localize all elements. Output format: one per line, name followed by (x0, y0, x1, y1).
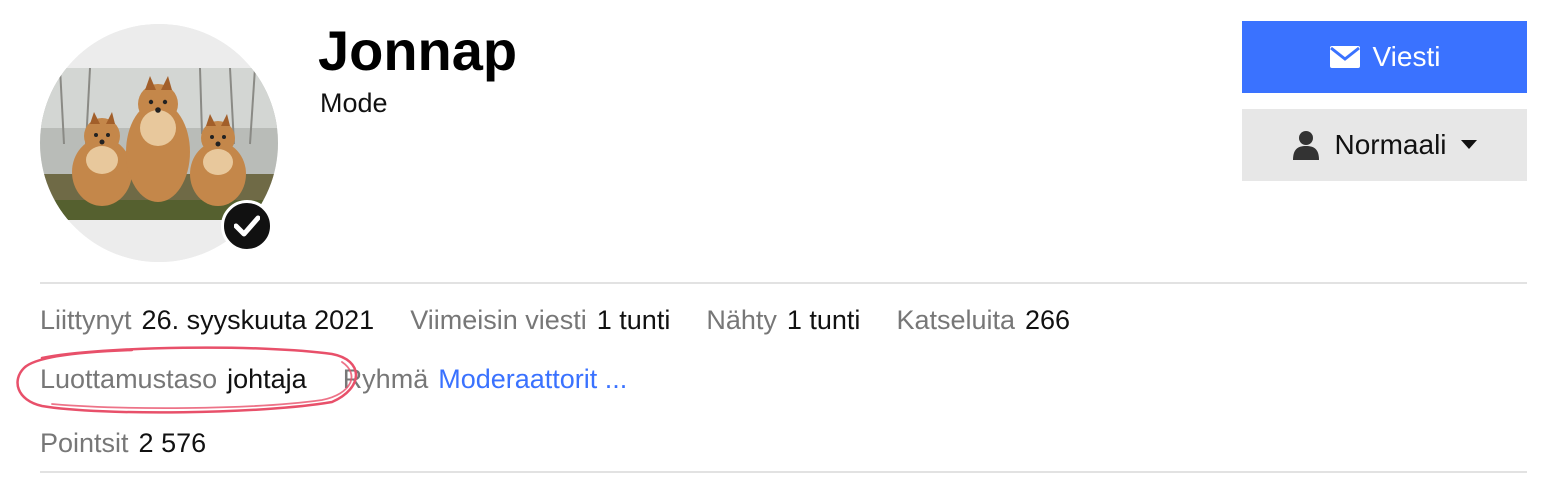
stats-row-3: Pointsit 2 576 (40, 428, 242, 459)
joined-label: Liittynyt (40, 305, 132, 335)
user-icon (1293, 131, 1320, 160)
profile-title: Mode (320, 88, 388, 118)
divider-top (40, 282, 1527, 284)
notification-level-label: Normaali (1334, 129, 1447, 160)
points-label: Pointsit (40, 428, 129, 458)
profile-username: Jonnap (318, 19, 518, 82)
envelope-icon (1329, 46, 1360, 68)
divider-bottom (40, 471, 1527, 473)
group-link[interactable]: Moderaattorit ... (438, 364, 627, 395)
seen-label: Nähty (706, 305, 777, 335)
group-label: Ryhmä (342, 364, 429, 394)
stats-row-2: Luottamustaso johtaja Ryhmä Moderaattori… (40, 364, 627, 395)
last-post-value[interactable]: 1 tunti (597, 305, 671, 336)
trust-level-label: Luottamustaso (40, 364, 218, 394)
verified-check-icon (221, 200, 273, 252)
notification-level-dropdown[interactable]: Normaali (1242, 109, 1527, 181)
views-value: 266 (1025, 305, 1071, 335)
message-button[interactable]: Viesti (1242, 21, 1527, 93)
joined-value: 26. syyskuuta 2021 (141, 305, 375, 335)
trust-level-value: johtaja (227, 364, 307, 394)
views-label: Katseluita (896, 305, 1016, 335)
points-value: 2 576 (138, 428, 207, 458)
last-post-label: Viimeisin viesti (410, 305, 587, 335)
stats-row-1: Liittynyt 26. syyskuuta 2021 Viimeisin v… (40, 305, 1106, 336)
message-button-label: Viesti (1372, 41, 1441, 72)
caret-down-icon (1460, 140, 1477, 149)
seen-value: 1 tunti (786, 305, 861, 335)
